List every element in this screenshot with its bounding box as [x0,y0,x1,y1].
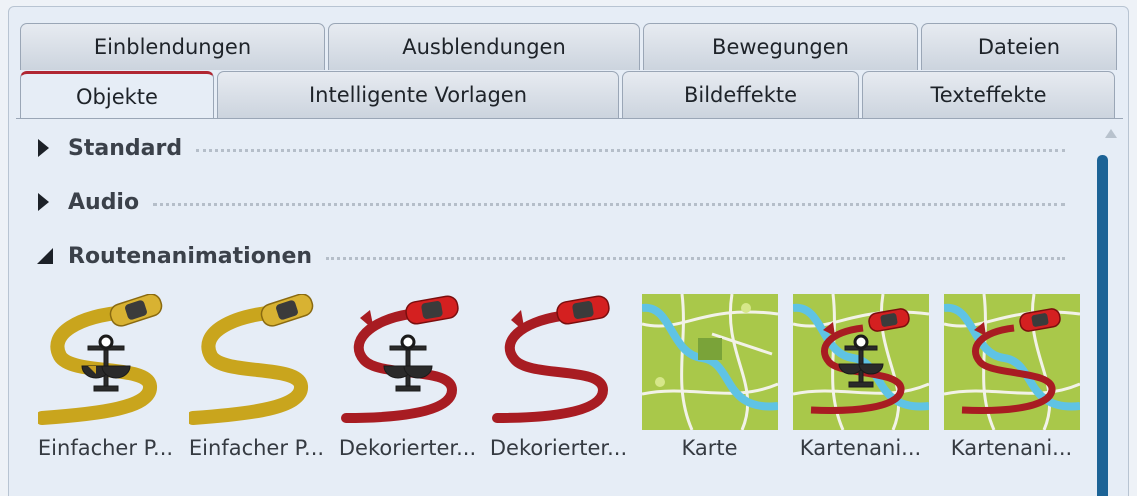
section-audio[interactable]: Audio [36,187,1065,217]
section-title: Routenanimationen [68,243,313,269]
item-label: Einfacher P... [37,436,174,460]
yellow-route-car-scale-icon [37,294,162,425]
map-icon [641,294,778,430]
item-label: Kartenani... [950,436,1073,460]
tab-dateien[interactable]: Dateien [921,23,1117,70]
map-route-icon [943,294,1080,430]
item-label: Einfacher P... [188,436,325,460]
tab-row-primary: Einblendungen Ausblendungen Bewegungen D… [20,23,1120,70]
section-divider [153,202,1065,206]
expand-triangle-icon [36,139,54,157]
tab-ausblendungen[interactable]: Ausblendungen [328,23,640,70]
route-item-dekorierter-pfad-2[interactable]: Dekorierter... [483,294,634,460]
section-title: Audio [68,189,140,215]
section-standard[interactable]: Standard [36,133,1065,163]
item-label: Dekorierter... [489,436,628,460]
tab-bewegungen[interactable]: Bewegungen [643,23,918,70]
red-arrow-car-icon [491,295,610,423]
objects-content-area: Standard Audio Routenanimationen Einfach… [16,118,1123,496]
section-routenanimationen[interactable]: Routenanimationen [36,241,1065,271]
yellow-route-car-icon [188,294,313,425]
tab-row-secondary: Objekte Intelligente Vorlagen Bildeffekt… [20,71,1118,120]
tab-einblendungen[interactable]: Einblendungen [20,23,325,70]
tab-objekte[interactable]: Objekte [20,71,214,120]
route-item-einfacher-pfad-1[interactable]: Einfacher P... [30,294,181,460]
item-label: Karte [681,436,738,460]
section-title: Standard [68,135,183,161]
section-divider [326,256,1065,260]
section-divider [196,148,1065,152]
route-item-karte[interactable]: Karte [634,294,785,460]
route-item-kartenanimation-2[interactable]: Kartenani... [936,294,1087,460]
route-item-kartenanimation-1[interactable]: Kartenani... [785,294,936,460]
route-animation-grid: Einfacher P... Einfacher P... Dekorierte… [30,294,1087,460]
scroll-up-arrow-icon[interactable] [1105,129,1117,138]
item-label: Dekorierter... [338,436,477,460]
collapse-triangle-icon [36,247,54,265]
tab-intelligente-vorlagen[interactable]: Intelligente Vorlagen [217,71,619,118]
tab-texteffekte[interactable]: Texteffekte [862,71,1115,118]
red-arrow-car-scale-icon [340,295,459,423]
vertical-scrollbar-thumb[interactable] [1097,155,1108,496]
map-route-scale-icon [792,294,929,430]
tab-bildeffekte[interactable]: Bildeffekte [622,71,859,118]
route-item-dekorierter-pfad-1[interactable]: Dekorierter... [332,294,483,460]
item-label: Kartenani... [799,436,922,460]
expand-triangle-icon [36,193,54,211]
route-item-einfacher-pfad-2[interactable]: Einfacher P... [181,294,332,460]
